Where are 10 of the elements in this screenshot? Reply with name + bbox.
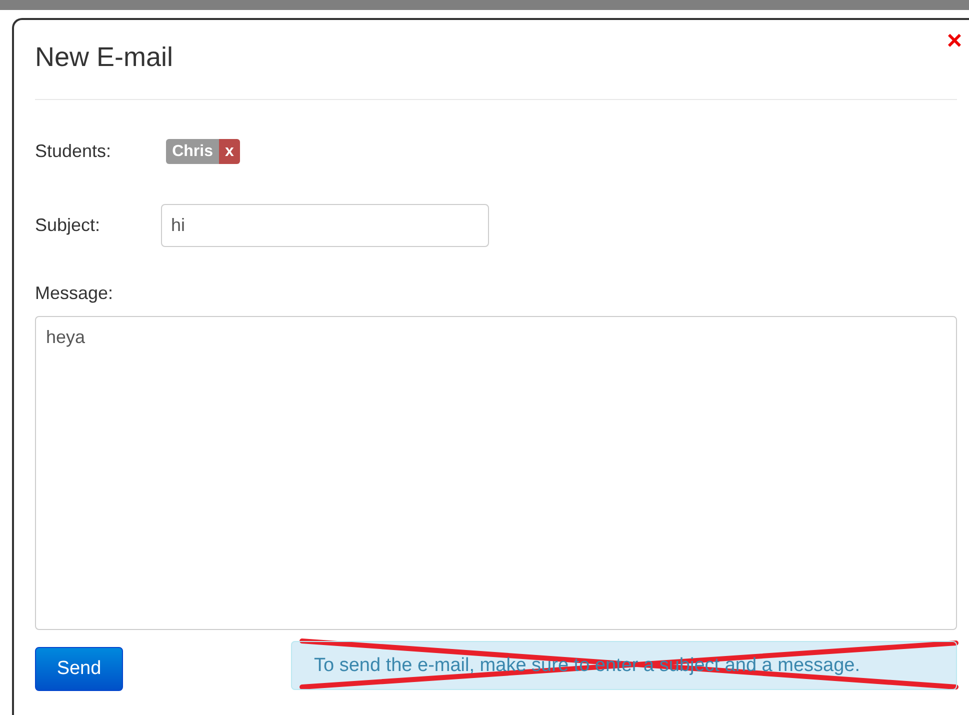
message-field[interactable]: heya <box>35 316 957 630</box>
field-label: Message: <box>35 283 114 304</box>
subject-field[interactable]: hi <box>161 204 490 247</box>
dialog-title: New E-mail <box>35 41 174 74</box>
recipient-name: Chris <box>166 139 219 164</box>
send-button[interactable]: Send <box>35 647 123 691</box>
field-label: Subject: <box>35 215 100 236</box>
field-label: Students: <box>35 141 112 162</box>
close-button[interactable]: × <box>946 26 962 54</box>
remove-button[interactable]: x <box>218 139 240 164</box>
